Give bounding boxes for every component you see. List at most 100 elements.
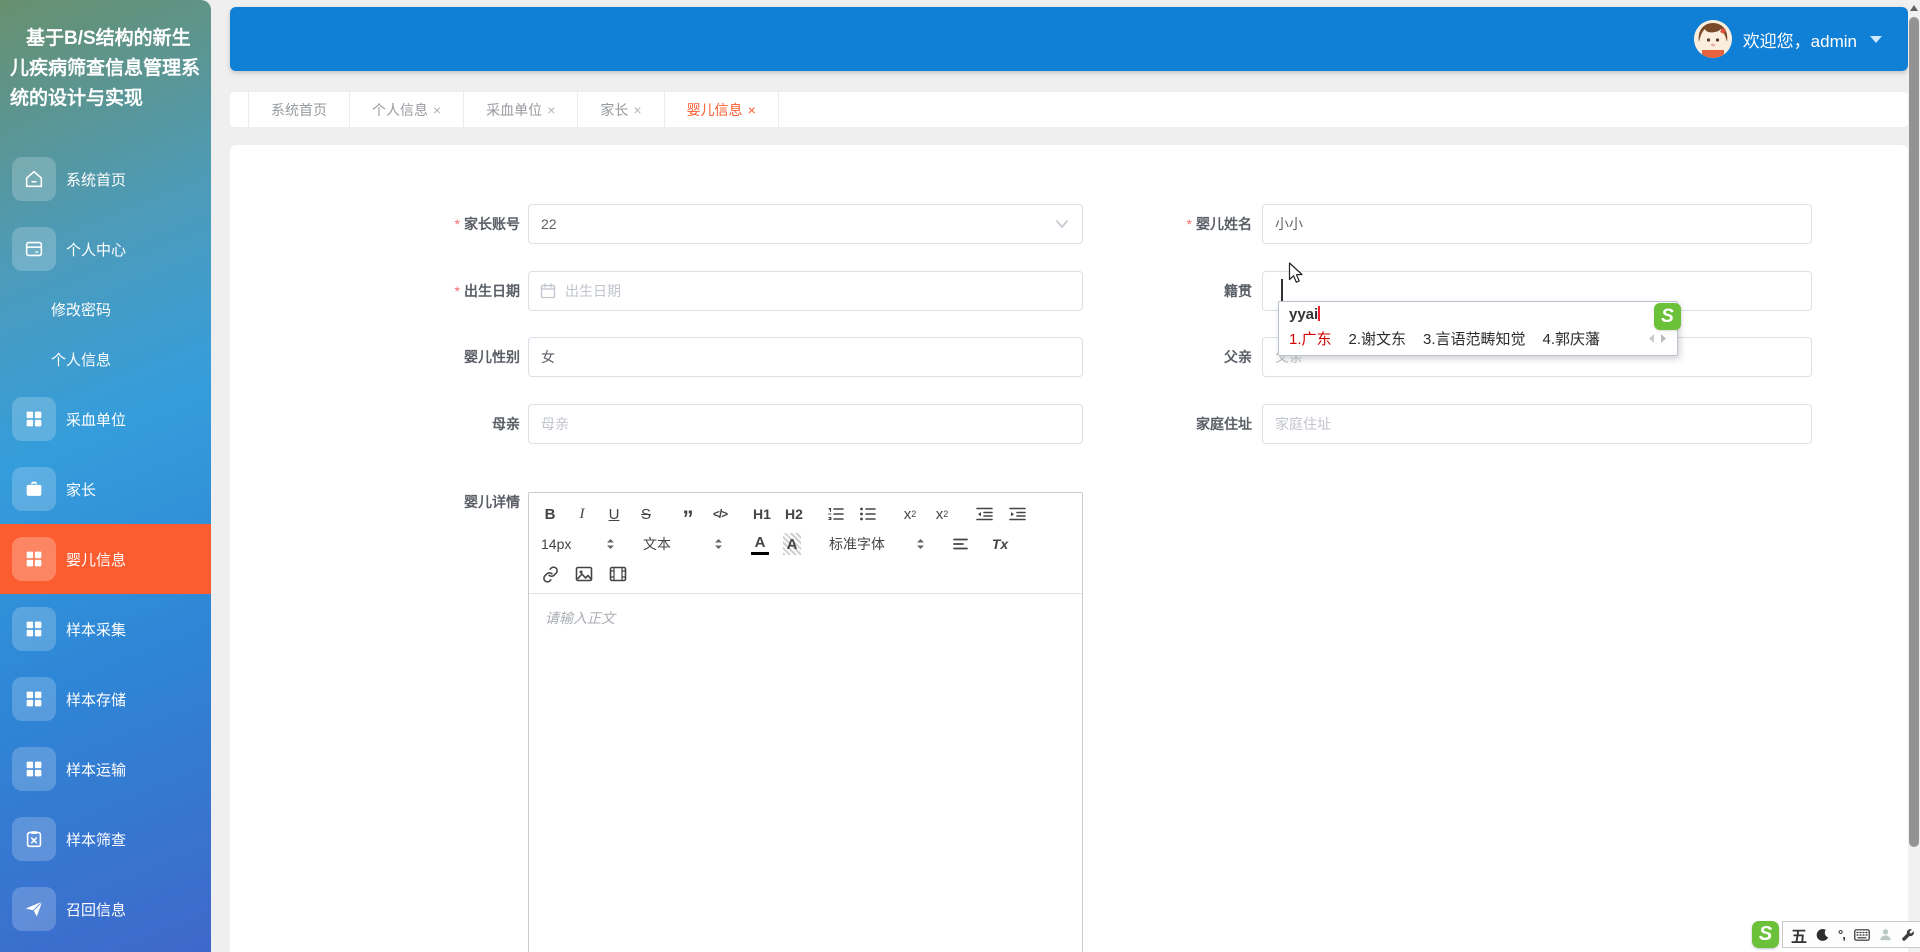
link-icon[interactable] [541, 563, 559, 585]
birth-date-input[interactable] [528, 271, 1083, 311]
sidebar-item-sample-collect[interactable]: 样本采集 [0, 594, 211, 664]
close-icon[interactable]: × [633, 102, 641, 118]
tab-parents[interactable]: 家长 × [578, 92, 665, 127]
italic-button[interactable]: I [573, 503, 591, 525]
text-cursor [1281, 279, 1283, 303]
editor-placeholder: 请输入正文 [545, 610, 615, 626]
code-block-button[interactable]: </> [711, 503, 729, 525]
sidebar-item-baby-info[interactable]: 婴儿信息 [0, 524, 211, 594]
tab-baby-info[interactable]: 婴儿信息 × [665, 92, 779, 127]
text-color-button[interactable]: A [751, 533, 769, 555]
align-icon[interactable] [951, 533, 969, 555]
user-profile-icon[interactable] [1879, 928, 1892, 941]
baby-name-label: * 婴儿姓名 [1186, 216, 1252, 232]
background-color-button[interactable]: A [783, 533, 801, 555]
clear-format-button[interactable]: Tx [991, 533, 1009, 555]
heading1-button[interactable]: H1 [753, 503, 771, 525]
send-icon [12, 887, 56, 931]
tab-label: 系统首页 [271, 101, 327, 118]
sidebar-item-label: 采血单位 [66, 411, 127, 429]
tab-label: 婴儿信息 [686, 101, 743, 118]
sidebar-item-label: 样本存储 [66, 691, 127, 709]
video-icon[interactable] [609, 563, 627, 585]
sogou-logo-icon: S [1654, 303, 1681, 330]
sidebar-item-sample-screen[interactable]: 样本筛查 [0, 804, 211, 874]
strikethrough-button[interactable]: S [637, 503, 655, 525]
wrench-icon[interactable] [1901, 928, 1915, 942]
keyboard-icon[interactable] [1854, 928, 1870, 941]
heading2-button[interactable]: H2 [785, 503, 803, 525]
tab-personal-info[interactable]: 个人信息 × [350, 92, 465, 127]
ime-candidate[interactable]: 3.言语范畴知觉 [1423, 328, 1526, 349]
editor-content-area[interactable]: 请输入正文 [529, 594, 1082, 952]
app-title: 基于B/S结构的新生儿疾病筛查信息管理系统的设计与实现 [10, 28, 201, 109]
sidebar-item-label: 系统首页 [66, 171, 127, 189]
sidebar-item-parents[interactable]: 家长 [0, 454, 211, 524]
punctuation-mode-indicator[interactable]: °, [1838, 927, 1846, 942]
scrollbar-thumb[interactable] [1909, 17, 1919, 847]
sidebar-subitem-label: 个人信息 [51, 351, 112, 369]
subscript-button[interactable]: x2 [901, 503, 919, 525]
ime-candidate[interactable]: 4.郭庆藩 [1543, 328, 1601, 349]
outdent-icon[interactable] [975, 503, 994, 525]
indent-icon[interactable] [1008, 503, 1027, 525]
ime-toolbar: 五 °, [1782, 921, 1920, 948]
tab-home[interactable]: 系统首页 [248, 92, 350, 127]
sidebar-menu: 系统首页 个人中心 修改密码 个人信息 采血单位 家长 婴儿信息 样本采集 样本… [0, 144, 211, 944]
sidebar-item-sample-store[interactable]: 样本存储 [0, 664, 211, 734]
close-icon[interactable]: × [547, 102, 555, 118]
font-size-select[interactable]: 14px [541, 536, 615, 552]
ime-candidate[interactable]: 1.广东 [1289, 328, 1332, 349]
ime-candidate-list: 1.广东 2.谢文东 3.言语范畴知觉 4.郭庆藩 [1279, 326, 1677, 355]
close-icon[interactable]: × [748, 102, 756, 118]
sidebar-subitem-label: 修改密码 [51, 301, 112, 319]
scrollbar-track[interactable] [1908, 0, 1920, 952]
sidebar-item-home[interactable]: 系统首页 [0, 144, 211, 214]
home-icon [12, 157, 56, 201]
wubi-mode-indicator[interactable]: 五 [1791, 923, 1807, 947]
text-style-select[interactable]: 文本 [643, 534, 723, 554]
editor-toolbar: B I U S ” </> H1 H2 x 2 x 2 14px 文本 A A … [529, 493, 1082, 594]
ime-candidate[interactable]: 2.谢文东 [1349, 328, 1407, 349]
parent-account-select[interactable] [528, 204, 1083, 244]
page-prev-icon[interactable] [1648, 333, 1655, 344]
sidebar-item-label: 个人中心 [66, 241, 127, 259]
sidebar-item-recall-info[interactable]: 召回信息 [0, 874, 211, 944]
sidebar-subitem-change-password[interactable]: 修改密码 [0, 284, 211, 334]
user-menu[interactable]: 欢迎您，admin [1693, 19, 1882, 59]
sidebar-item-label: 婴儿信息 [66, 551, 127, 569]
font-family-select[interactable]: 标准字体 [829, 534, 925, 554]
scrollbar-up-arrow[interactable] [1910, 5, 1918, 11]
tab-blood-unit[interactable]: 采血单位 × [464, 92, 579, 127]
moon-icon[interactable] [1816, 928, 1829, 942]
bold-button[interactable]: B [541, 503, 559, 525]
sidebar-item-sample-transport[interactable]: 样本运输 [0, 734, 211, 804]
sogou-logo-icon[interactable]: S [1752, 921, 1779, 948]
page-next-icon[interactable] [1660, 333, 1667, 344]
home-address-input[interactable] [1262, 404, 1812, 444]
required-mark: * [454, 216, 460, 232]
ordered-list-icon[interactable] [827, 503, 845, 525]
sidebar-item-label: 样本运输 [66, 761, 127, 779]
native-place-label: 籍贯 [1224, 283, 1252, 299]
id-card-icon [12, 227, 56, 271]
top-header: 欢迎您，admin [230, 7, 1908, 71]
bullet-list-icon[interactable] [859, 503, 877, 525]
baby-gender-label: 婴儿性别 [464, 349, 520, 365]
sidebar-item-label: 家长 [66, 481, 97, 499]
grid-icon [12, 537, 56, 581]
image-icon[interactable] [575, 563, 593, 585]
ime-pager [1648, 333, 1667, 344]
welcome-text: 欢迎您，admin [1742, 31, 1857, 51]
close-icon[interactable]: × [433, 102, 441, 118]
baby-gender-input[interactable] [528, 337, 1083, 377]
underline-button[interactable]: U [605, 503, 623, 525]
superscript-button[interactable]: x2 [933, 503, 951, 525]
required-mark: * [454, 283, 460, 299]
sidebar-item-personal-center[interactable]: 个人中心 [0, 214, 211, 284]
sidebar-item-blood-unit[interactable]: 采血单位 [0, 384, 211, 454]
blockquote-button[interactable]: ” [679, 503, 697, 530]
sidebar-subitem-personal-info[interactable]: 个人信息 [0, 334, 211, 384]
mother-input[interactable] [528, 404, 1083, 444]
baby-name-input[interactable] [1262, 204, 1812, 244]
